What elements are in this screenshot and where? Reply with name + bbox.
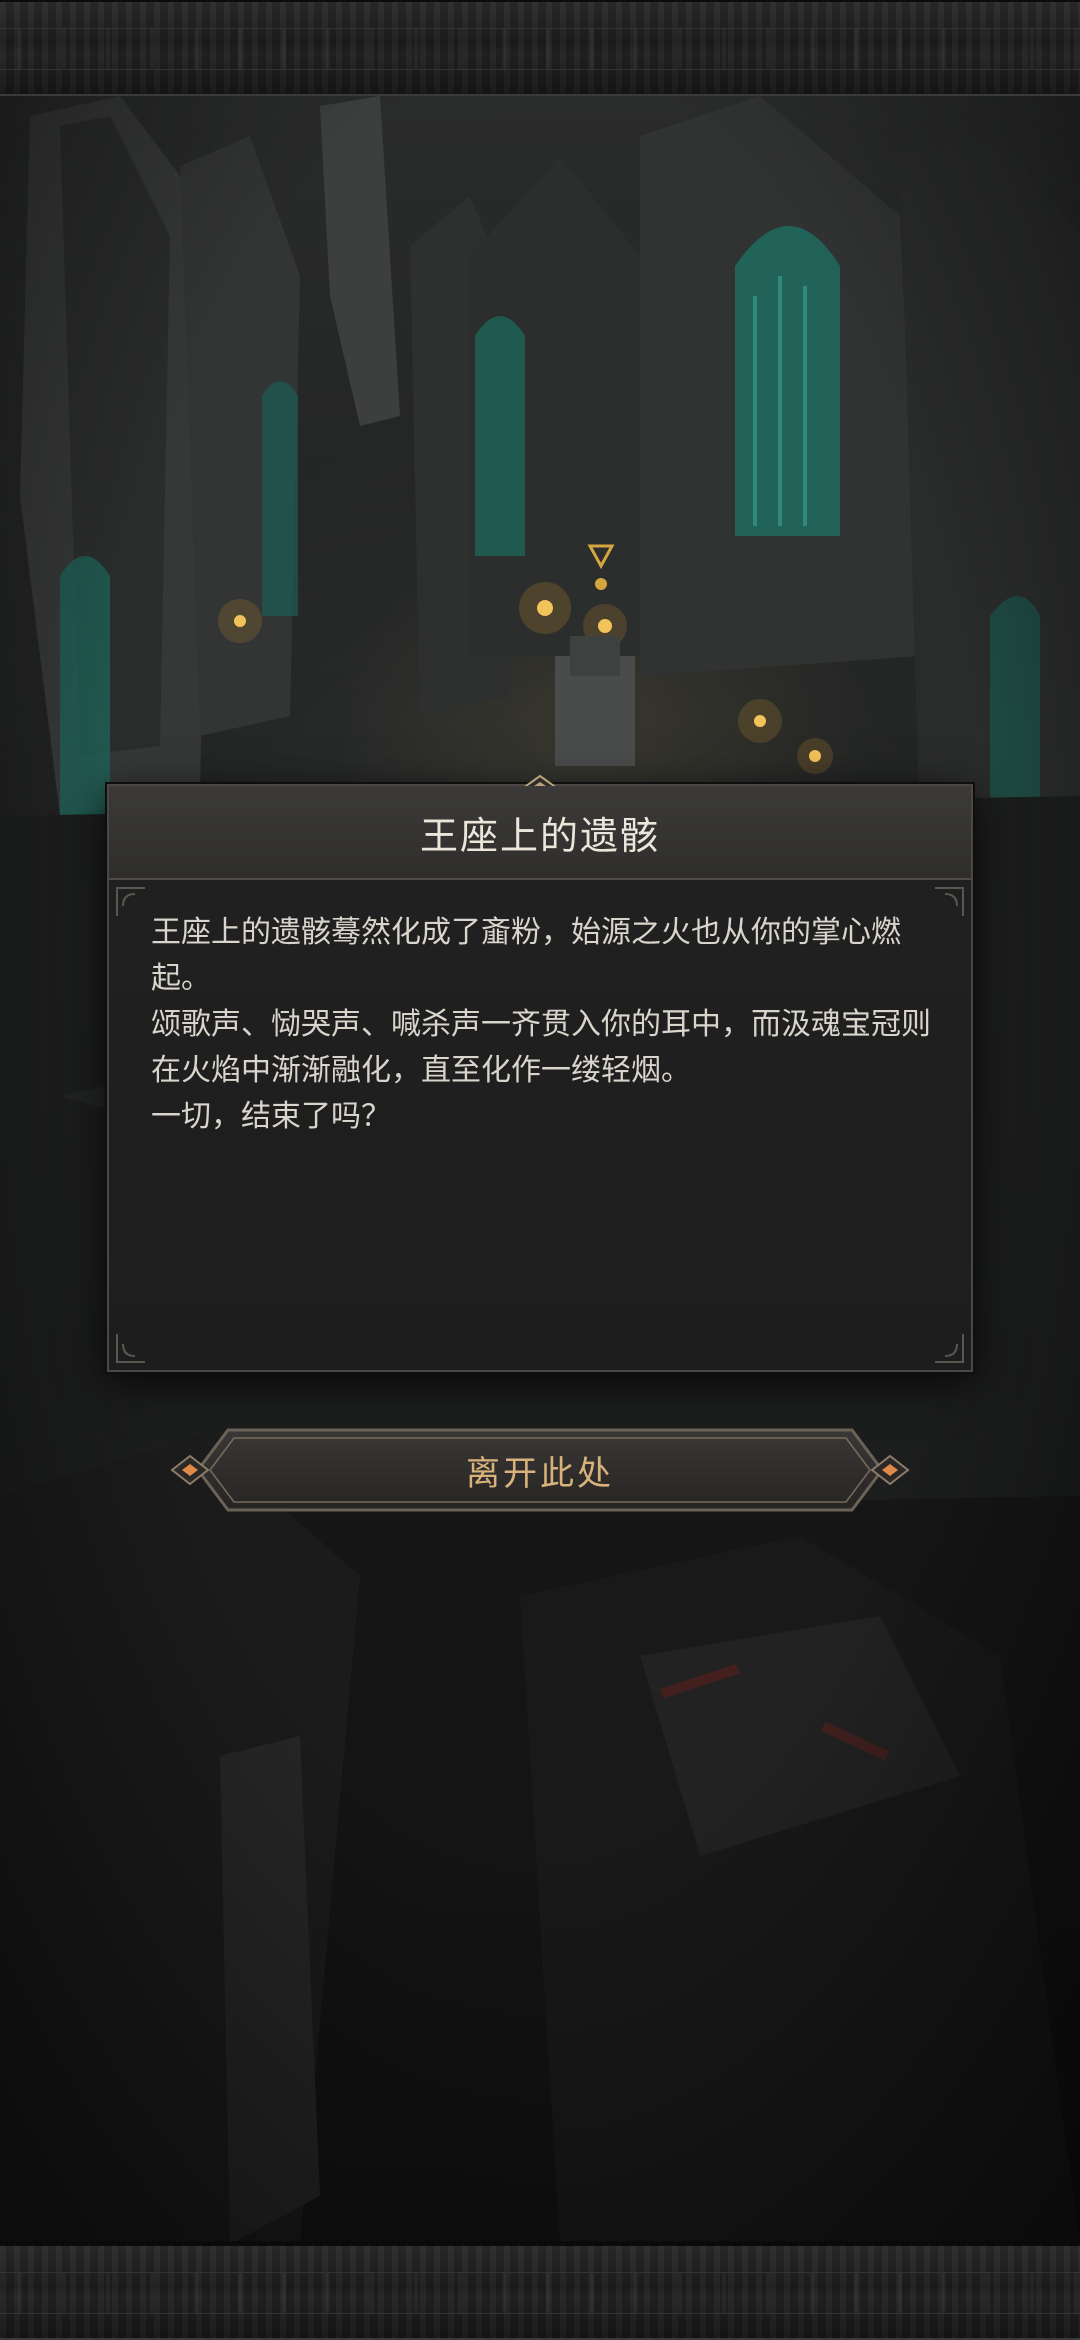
story-paragraph: 颂歌声、恸哭声、喊杀声一齐贯入你的耳中，而汲魂宝冠则在火焰中渐渐融化，直至化作一… <box>151 1007 931 1088</box>
dialog-header: 王座上的遗骸 <box>109 786 971 880</box>
dialog-story-text: 王座上的遗骸蓦然化成了齑粉，始源之火也从你的掌心燃起。 颂歌声、恸哭声、喊杀声一… <box>151 910 931 1140</box>
story-paragraph: 一切，结束了吗？ <box>151 1099 391 1134</box>
corner-ornament-icon <box>935 887 964 916</box>
bottom-frame-border <box>0 2241 1080 2340</box>
corner-ornament-icon <box>116 1334 145 1363</box>
story-paragraph: 王座上的遗骸蓦然化成了齑粉，始源之火也从你的掌心燃起。 <box>151 915 901 996</box>
dialog-title: 王座上的遗骸 <box>419 813 660 858</box>
top-frame-border <box>0 0 1080 99</box>
event-dialog: 王座上的遗骸 王座上的遗骸蓦然化成了齑粉，始源之火也从你的掌心燃起。 颂歌声、恸… <box>107 774 973 1372</box>
leave-button-label: 离开此处 <box>466 1453 614 1494</box>
corner-ornament-icon <box>935 1334 964 1363</box>
corner-ornament-icon <box>116 887 145 916</box>
leave-button[interactable]: 离开此处 <box>170 1424 910 1516</box>
